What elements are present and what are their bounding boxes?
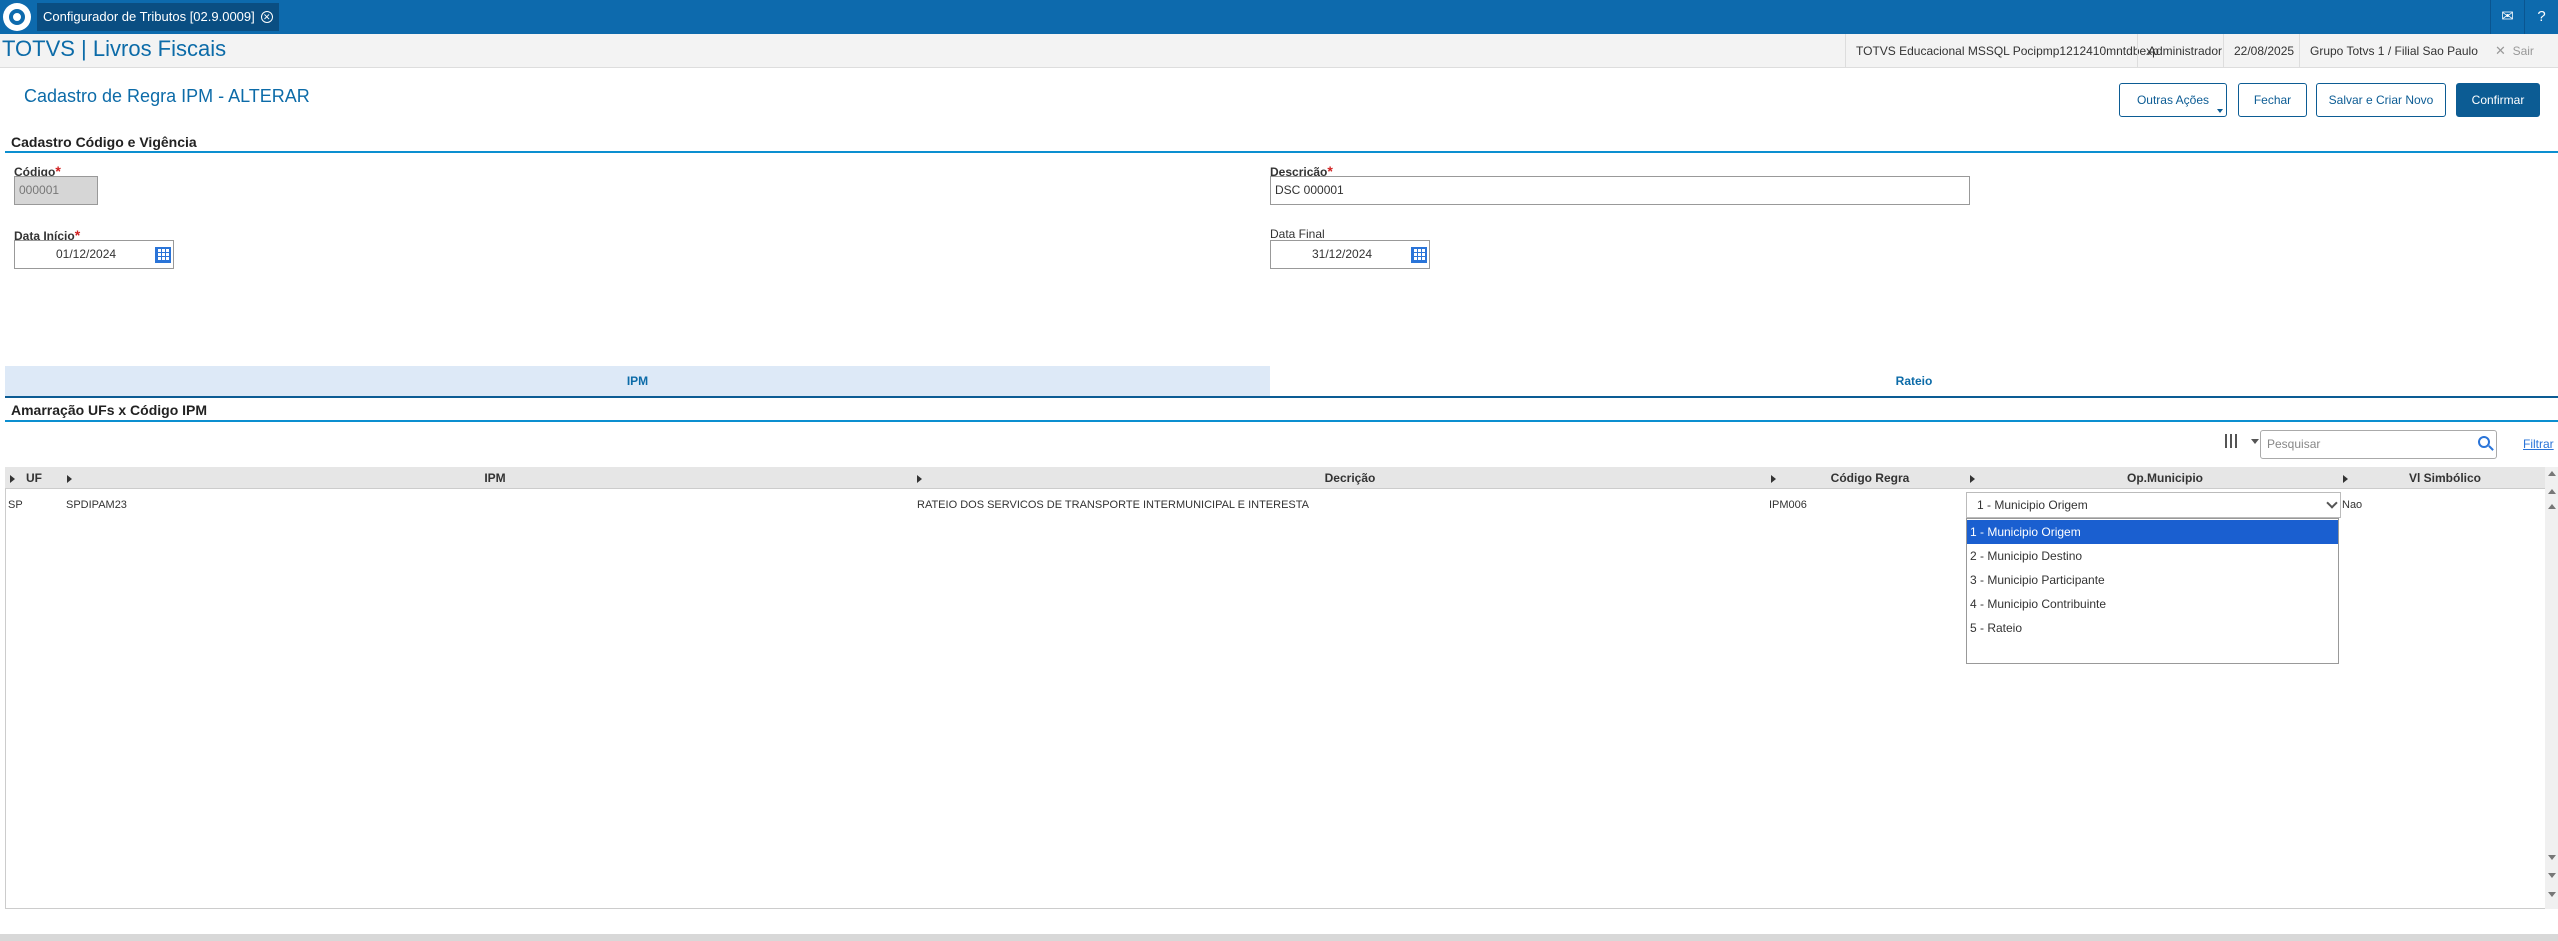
- option-rateio[interactable]: 5 - Rateio: [1967, 616, 2338, 640]
- more-actions-button[interactable]: Outras Ações: [2119, 83, 2227, 117]
- tab-rateio[interactable]: Rateio: [1270, 366, 2558, 396]
- search-input[interactable]: Pesquisar: [2260, 430, 2497, 459]
- option-municipio-contribuinte[interactable]: 4 - Municipio Contribuinte: [1967, 592, 2338, 616]
- close-icon: ✕: [2495, 43, 2506, 58]
- scroll-down-icon[interactable]: [2548, 855, 2556, 860]
- footer-bar: [0, 934, 2558, 941]
- data-final-field[interactable]: 31/12/2024: [1270, 240, 1430, 269]
- column-header-op-municipio[interactable]: Op.Municipio: [1980, 467, 2350, 489]
- filter-link[interactable]: Filtrar: [2523, 437, 2554, 451]
- brand-title: TOTVS | Livros Fiscais: [2, 36, 227, 61]
- section-title-amarracao: Amarração UFs x Código IPM: [11, 402, 208, 418]
- calendar-icon[interactable]: [155, 247, 171, 263]
- tab-ipm[interactable]: IPM: [5, 366, 1270, 396]
- section-title-codigo-vigencia: Cadastro Código e Vigência: [11, 134, 197, 150]
- column-header-uf[interactable]: UF: [19, 467, 49, 489]
- app-header: TOTVS | Livros Fiscais TOTVS Educacional…: [0, 34, 2558, 68]
- more-actions-label: Outras Ações: [2136, 93, 2210, 107]
- totvs-logo-icon[interactable]: [3, 3, 31, 31]
- column-header-ipm[interactable]: IPM: [75, 467, 915, 489]
- scroll-up-icon[interactable]: [2548, 504, 2556, 509]
- calendar-icon[interactable]: [1411, 247, 1427, 263]
- caret-down-icon: [2217, 109, 2223, 113]
- section-divider: [5, 151, 2558, 153]
- caret-down-icon[interactable]: [2251, 439, 2259, 444]
- branch-info: Grupo Totvs 1 / Filial Sao Paulo: [2299, 34, 2488, 68]
- cell-codigo-regra[interactable]: IPM006: [1769, 499, 1807, 511]
- op-municipio-select[interactable]: 1 - Municipio Origem: [1966, 492, 2341, 518]
- app-tab[interactable]: Configurador de Tributos [02.9.0009] ✕: [37, 3, 279, 31]
- data-inicio-value: 01/12/2024: [56, 247, 117, 261]
- help-icon[interactable]: ?: [2524, 0, 2558, 34]
- scroll-page-up-icon[interactable]: [2548, 489, 2556, 494]
- folder-tabs: IPM Rateio: [5, 366, 2558, 398]
- codigo-field: 000001: [14, 176, 98, 205]
- grid-header: UF IPM Decrição Código Regra Op.Municipi…: [5, 467, 2545, 489]
- page-title: Cadastro de Regra IPM - ALTERAR: [24, 86, 310, 106]
- sort-arrow-icon[interactable]: [2343, 475, 2348, 483]
- option-municipio-participante[interactable]: 3 - Municipio Participante: [1967, 568, 2338, 592]
- option-municipio-origem[interactable]: 1 - Municipio Origem: [1967, 520, 2338, 544]
- app-tab-label: Configurador de Tributos [02.9.0009]: [43, 9, 255, 24]
- data-final-value: 31/12/2024: [1312, 247, 1373, 261]
- descricao-field[interactable]: DSC 000001: [1270, 176, 1970, 205]
- scroll-page-down-icon[interactable]: [2548, 873, 2556, 878]
- user-info: Administrador: [2137, 34, 2232, 68]
- logout-label: Sair: [2512, 44, 2534, 58]
- column-header-codigo-regra[interactable]: Código Regra: [1780, 467, 1960, 489]
- data-inicio-field[interactable]: 01/12/2024: [14, 240, 174, 269]
- close-tab-icon[interactable]: ✕: [260, 11, 273, 23]
- confirm-button[interactable]: Confirmar: [2456, 83, 2540, 117]
- environment-info: TOTVS Educacional MSSQL Pocipmp1212410mn…: [1845, 34, 2169, 68]
- scroll-bottom-icon[interactable]: [2548, 892, 2556, 897]
- logout-button[interactable]: ✕ Sair: [2495, 34, 2534, 68]
- top-tab-bar: Configurador de Tributos [02.9.0009] ✕ ✉…: [0, 0, 2558, 34]
- column-header-descricao[interactable]: Decrição: [925, 467, 1775, 489]
- save-and-new-button[interactable]: Salvar e Criar Novo: [2316, 83, 2446, 117]
- sort-arrow-icon[interactable]: [10, 475, 15, 483]
- data-final-label: Data Final: [1270, 227, 1325, 241]
- search-icon[interactable]: [2478, 436, 2490, 448]
- cell-descricao[interactable]: RATEIO DOS SERVICOS DE TRANSPORTE INTERM…: [917, 499, 1309, 511]
- cell-vl-simbolico[interactable]: Nao: [2342, 499, 2362, 511]
- columns-icon[interactable]: [2225, 434, 2237, 448]
- option-municipio-destino[interactable]: 2 - Municipio Destino: [1967, 544, 2338, 568]
- cell-ipm[interactable]: SPDIPAM23: [66, 499, 127, 511]
- close-button[interactable]: Fechar: [2238, 83, 2307, 117]
- cell-uf[interactable]: SP: [8, 499, 23, 511]
- mail-icon[interactable]: ✉: [2490, 0, 2524, 34]
- section-divider: [5, 420, 2558, 422]
- sort-arrow-icon[interactable]: [1970, 475, 1975, 483]
- sort-arrow-icon[interactable]: [917, 475, 922, 483]
- sort-arrow-icon[interactable]: [67, 475, 72, 483]
- sort-arrow-icon[interactable]: [1771, 475, 1776, 483]
- op-municipio-value: 1 - Municipio Origem: [1977, 498, 2088, 512]
- date-info: 22/08/2025: [2223, 34, 2304, 68]
- grid-scrollbar[interactable]: [2545, 467, 2558, 909]
- chevron-down-icon[interactable]: [2326, 497, 2338, 509]
- column-header-vl-simbolico[interactable]: Vl Simbólico: [2350, 467, 2540, 489]
- op-municipio-dropdown: 1 - Municipio Origem 2 - Municipio Desti…: [1966, 518, 2339, 664]
- scroll-top-icon[interactable]: [2548, 471, 2556, 476]
